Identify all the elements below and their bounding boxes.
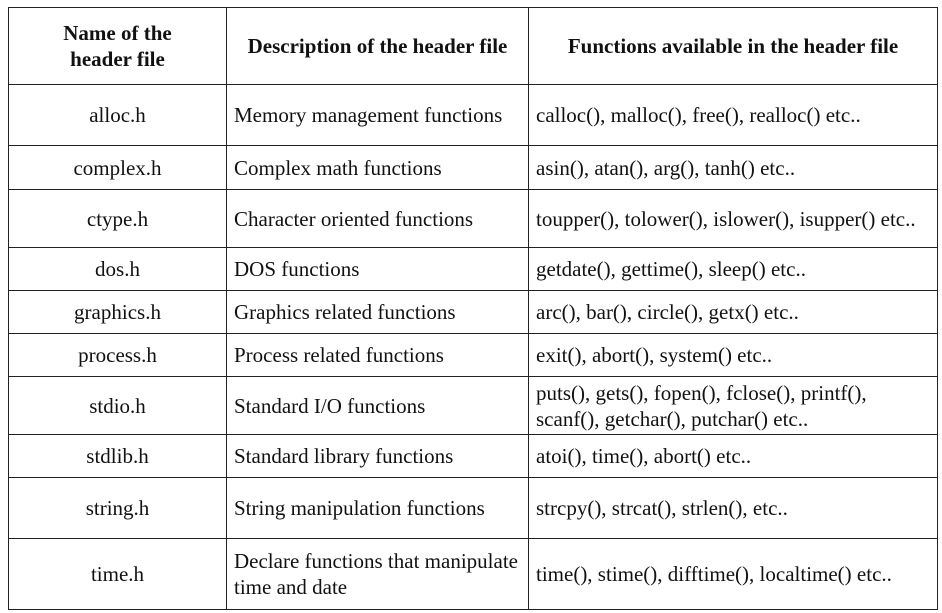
cell-functions: arc(), bar(), circle(), getx() etc.. xyxy=(528,290,938,334)
cell-name: string.h xyxy=(8,477,227,539)
cell-functions: toupper(), tolower(), islower(), isupper… xyxy=(528,189,938,248)
cell-functions: calloc(), malloc(), free(), realloc() et… xyxy=(528,84,938,146)
table-header-row: Name of the header file Description of t… xyxy=(8,7,938,85)
table-row: string.h String manipulation functions str… xyxy=(8,477,938,539)
table-row: complex.h Complex math functions asin(), a… xyxy=(8,145,938,190)
table-row: ctype.h Character oriented functions toupp… xyxy=(8,189,938,248)
cell-functions: asin(), atan(), arg(), tanh() etc.. xyxy=(528,145,938,190)
table-row: graphics.h Graphics related functions arc(… xyxy=(8,290,938,334)
table-row: dos.h DOS functions getdate(), gettime(), … xyxy=(8,247,938,291)
cell-functions: exit(), abort(), system() etc.. xyxy=(528,333,938,377)
cell-description: Process related functions xyxy=(226,333,529,377)
cell-functions: time(), stime(), difftime(), localtime()… xyxy=(528,538,938,610)
cell-name: ctype.h xyxy=(8,189,227,248)
table-row: stdio.h Standard I/O functions puts(), get… xyxy=(8,376,938,435)
cell-description: Character oriented functions xyxy=(226,189,529,248)
table-row: time.h Declare functions that manipulate … xyxy=(8,538,938,610)
cell-description: Standard library functions xyxy=(226,434,529,478)
column-header-description: Description of the header file xyxy=(226,7,529,85)
column-header-functions: Functions available in the header file xyxy=(528,7,938,85)
header-files-table: Name of the header file Description of t… xyxy=(8,7,938,610)
cell-description: String manipulation functions xyxy=(226,477,529,539)
cell-name: alloc.h xyxy=(8,84,227,146)
table-row: alloc.h Memory management functions calloc… xyxy=(8,84,938,146)
cell-functions: puts(), gets(), fopen(), fclose(), print… xyxy=(528,376,938,435)
cell-name: stdlib.h xyxy=(8,434,227,478)
cell-description: Memory management functions xyxy=(226,84,529,146)
cell-functions: strcpy(), strcat(), strlen(), etc.. xyxy=(528,477,938,539)
cell-name: dos.h xyxy=(8,247,227,291)
cell-functions: atoi(), time(), abort() etc.. xyxy=(528,434,938,478)
table-row: process.h Process related functions exit()… xyxy=(8,333,938,377)
cell-name: complex.h xyxy=(8,145,227,190)
cell-description: DOS functions xyxy=(226,247,529,291)
cell-name: graphics.h xyxy=(8,290,227,334)
table-row: stdlib.h Standard library functions atoi()… xyxy=(8,434,938,478)
cell-name: stdio.h xyxy=(8,376,227,435)
cell-functions: getdate(), gettime(), sleep() etc.. xyxy=(528,247,938,291)
cell-description: Standard I/O functions xyxy=(226,376,529,435)
cell-description: Declare functions that manipulate time a… xyxy=(226,538,529,610)
cell-description: Complex math functions xyxy=(226,145,529,190)
cell-name: process.h xyxy=(8,333,227,377)
column-header-name: Name of the header file xyxy=(8,7,227,85)
cell-description: Graphics related functions xyxy=(226,290,529,334)
cell-name: time.h xyxy=(8,538,227,610)
